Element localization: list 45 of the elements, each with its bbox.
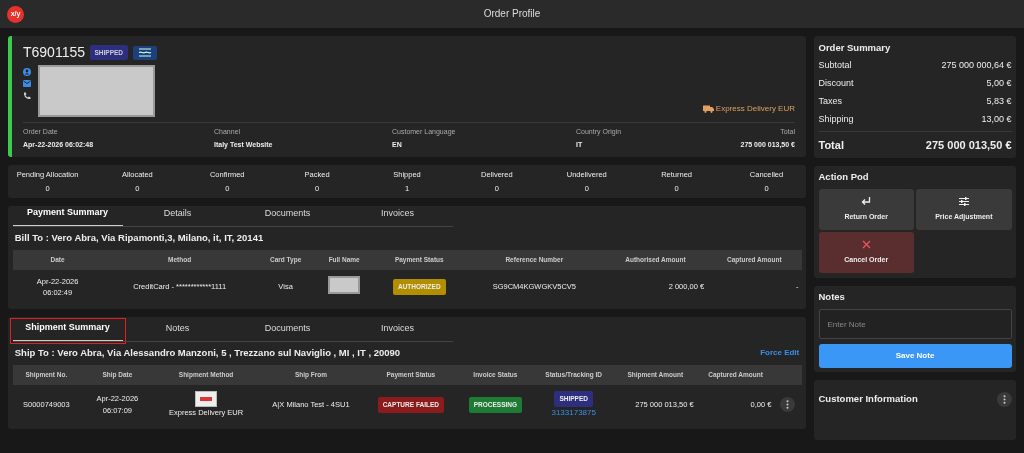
- lines-icon: [137, 48, 152, 57]
- total-value: 275 000 013,50 €: [925, 137, 1012, 153]
- summary-value: 5,83 €: [986, 95, 1012, 109]
- user-icon: [23, 67, 31, 76]
- tab[interactable]: Invoices: [342, 321, 453, 341]
- sliders-icon: [958, 196, 969, 206]
- summary-label: Discount: [818, 77, 854, 91]
- summary-label: Subtotal: [818, 59, 852, 73]
- more-icon: [786, 400, 790, 409]
- tab[interactable]: Documents: [232, 206, 343, 226]
- summary-label: Taxes: [818, 95, 842, 109]
- summary-value: 13,00 €: [981, 113, 1012, 127]
- page-title: Order Profile: [483, 8, 541, 19]
- mail-icon: [23, 80, 31, 87]
- carrier-logo: [195, 391, 218, 407]
- redacted-name: [328, 276, 361, 295]
- summary-value: 5,00 €: [986, 77, 1012, 91]
- tab[interactable]: Details: [122, 206, 233, 226]
- note-field[interactable]: Enter Note: [818, 309, 1012, 339]
- tracking-link[interactable]: 3133173875: [551, 407, 596, 417]
- more-icon: [1002, 395, 1006, 404]
- tab[interactable]: Payment Summary: [12, 206, 123, 226]
- customer-info-title: Customer Information: [818, 392, 918, 406]
- force-edit-link[interactable]: Force Edit: [760, 347, 800, 360]
- truck-icon: [702, 105, 714, 113]
- delivery-method: Express Delivery EUR: [715, 103, 795, 115]
- filter-button[interactable]: [132, 45, 157, 60]
- phone-icon: [23, 91, 31, 100]
- order-number: T6901155: [23, 43, 85, 62]
- close-icon: [861, 240, 871, 249]
- return-arrow-icon: [861, 196, 872, 206]
- tab[interactable]: Invoices: [342, 206, 453, 226]
- action-pod-title: Action Pod: [818, 170, 870, 185]
- tab[interactable]: Notes: [122, 321, 233, 341]
- notes-title: Notes: [818, 290, 846, 305]
- more-button[interactable]: [780, 397, 796, 412]
- summary-title: Order Summary: [818, 40, 892, 55]
- summary-label: Shipping: [818, 113, 854, 127]
- more-button[interactable]: [996, 392, 1012, 407]
- bill-to-address: Bill To : Vero Abra, Via Ripamonti,3, Milano, it, IT, 20141: [13, 231, 265, 246]
- ship-to-address: Ship To : Vero Abra, Via Alessandro Manzoni, 5 , Trezzano sul Naviglio , MI , IT , 20090: [14, 346, 401, 361]
- tab[interactable]: Shipment Summary: [12, 321, 123, 341]
- total-label: Total: [818, 137, 844, 153]
- summary-value: 275 000 000,64 €: [941, 59, 1012, 73]
- tab[interactable]: Documents: [232, 321, 343, 341]
